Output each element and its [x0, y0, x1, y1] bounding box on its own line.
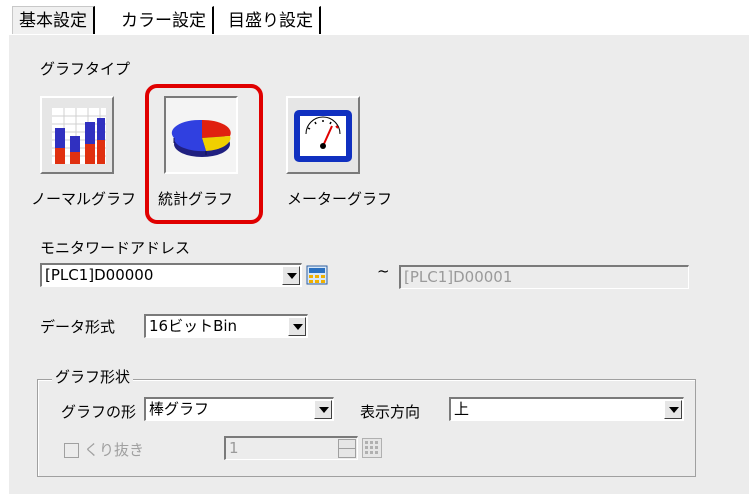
monitor-address-label: モニタワードアドレス — [40, 239, 191, 257]
monitor-address-field[interactable]: [PLC1]D00000 — [40, 263, 302, 287]
display-direction-select[interactable]: 上 — [449, 397, 684, 421]
data-format-dropdown-button[interactable] — [288, 317, 306, 336]
display-direction-dropdown-button[interactable] — [664, 400, 682, 419]
bar-chart-icon — [52, 108, 106, 164]
display-direction-label: 表示方向 — [360, 403, 421, 421]
meter-gauge-icon — [294, 110, 352, 162]
end-address-value: [PLC1]D00001 — [404, 268, 513, 286]
tab-color-settings[interactable]: カラー設定 — [115, 6, 214, 35]
cutout-value-field: 1 — [224, 436, 358, 460]
selection-highlight — [145, 84, 263, 224]
tab-basic-settings[interactable]: 基本設定 — [12, 6, 95, 35]
data-format-select[interactable]: 16ビットBin — [144, 314, 308, 338]
monitor-address-dropdown-button[interactable] — [282, 266, 300, 285]
graph-shape-select[interactable]: 棒グラフ — [144, 397, 334, 421]
cutout-value: 1 — [229, 439, 239, 457]
display-direction-value: 上 — [454, 400, 470, 418]
data-format-label: データ形式 — [40, 318, 116, 336]
normal-graph-label: ノーマルグラフ — [31, 190, 137, 208]
end-address-field: [PLC1]D00001 — [399, 265, 689, 289]
meter-graph-label: メーターグラフ — [287, 190, 393, 208]
tab-scale-settings[interactable]: 目盛り設定 — [222, 6, 321, 35]
graph-shape-label: グラフの形 — [61, 403, 137, 421]
graph-shape-group-title: グラフ形状 — [52, 366, 134, 387]
data-format-value: 16ビットBin — [149, 317, 238, 335]
graph-shape-dropdown-button[interactable] — [314, 400, 332, 419]
monitor-address-value: [PLC1]D00000 — [45, 266, 154, 284]
normal-graph-button[interactable] — [40, 96, 114, 174]
graph-type-label: グラフタイプ — [40, 60, 131, 78]
meter-graph-button[interactable] — [286, 96, 360, 174]
address-picker-icon[interactable] — [306, 264, 330, 286]
graph-shape-group — [37, 379, 696, 477]
cutout-checkbox[interactable] — [64, 443, 79, 458]
cutout-spinner — [338, 439, 356, 458]
cutout-label: くり抜き — [84, 441, 145, 459]
keypad-icon — [362, 438, 382, 458]
address-range-tilde: ~ — [377, 262, 390, 280]
graph-shape-value: 棒グラフ — [149, 400, 210, 418]
